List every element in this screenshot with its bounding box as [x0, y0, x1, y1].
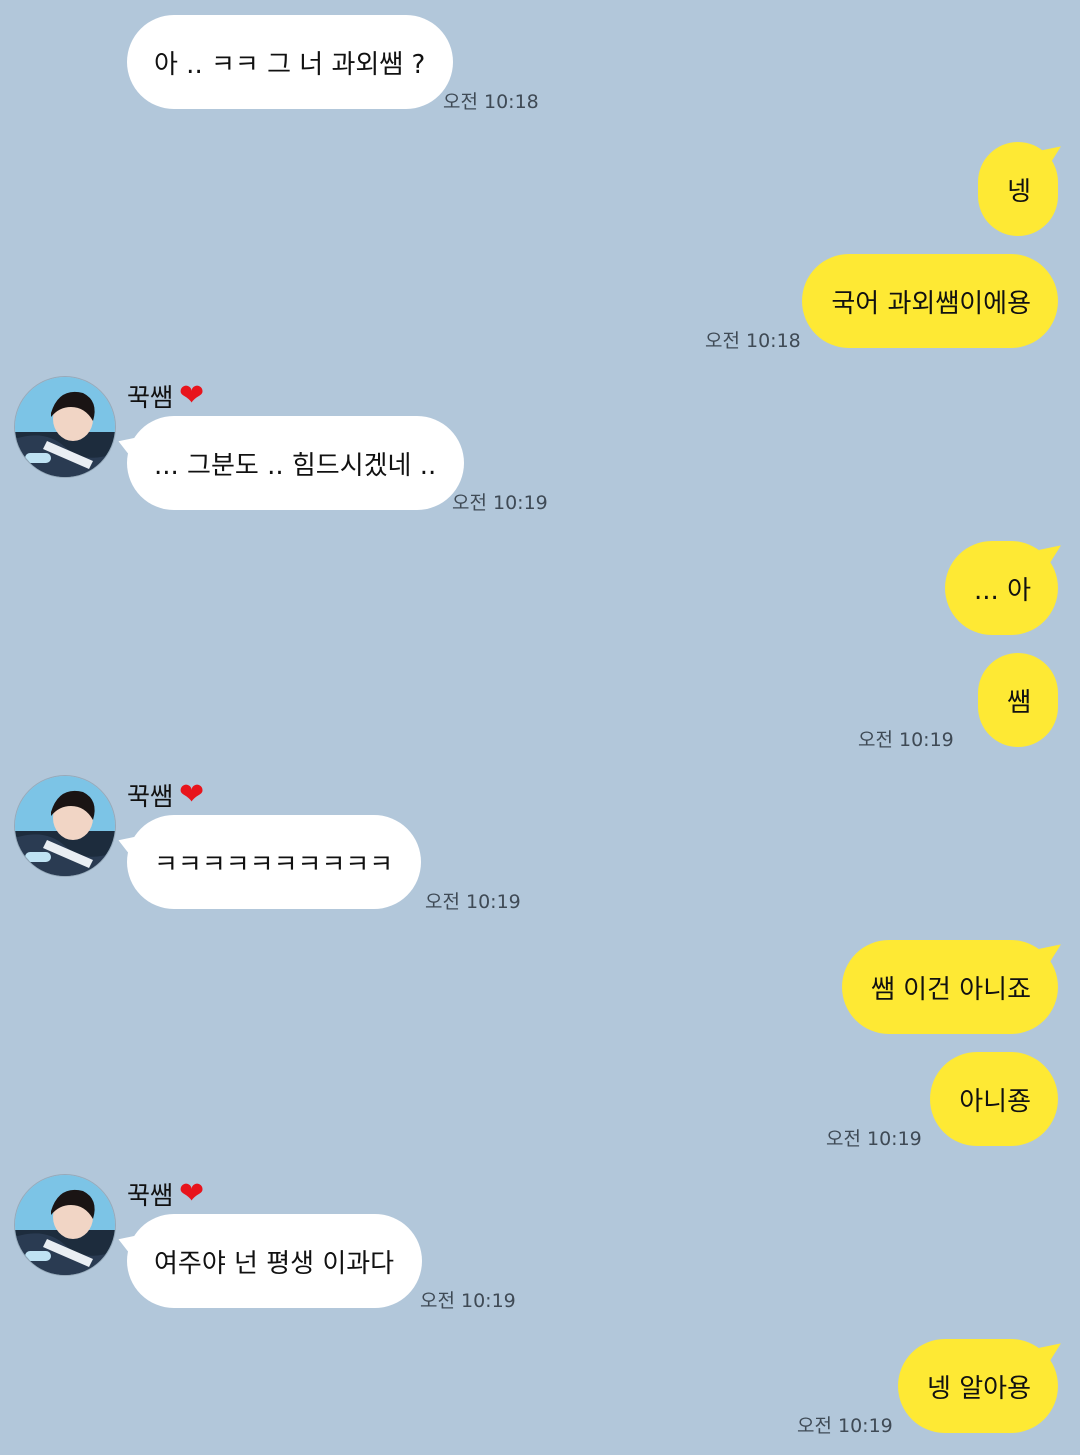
heart-icon: ❤ — [179, 777, 205, 812]
message-time: 오전 10:19 — [425, 891, 521, 913]
avatar-photo-icon — [15, 1175, 115, 1275]
outgoing-message-bubble[interactable]: 국어 과외쌤이에용 — [802, 254, 1058, 348]
message-text: 쌤 이건 아니죠 — [870, 974, 1031, 1005]
message-text: 국어 과외쌤이에용 — [831, 288, 1031, 319]
contact-avatar[interactable] — [15, 377, 115, 477]
heart-icon: ❤ — [179, 378, 205, 413]
message-text: ... 아 — [974, 575, 1031, 606]
message-text: 아니죵 — [959, 1086, 1031, 1117]
avatar-photo-icon — [15, 377, 115, 477]
avatar-photo-icon — [15, 776, 115, 876]
message-time: 오전 10:19 — [858, 729, 954, 751]
message-time: 오전 10:19 — [452, 492, 548, 514]
message-time: 오전 10:19 — [420, 1290, 516, 1312]
message-time: 오전 10:19 — [826, 1128, 922, 1150]
contact-avatar[interactable] — [15, 1175, 115, 1275]
outgoing-message-bubble[interactable]: 쌤 — [978, 653, 1058, 747]
message-text: 쌤 — [1007, 687, 1031, 718]
outgoing-message-bubble[interactable]: ... 아 — [945, 541, 1058, 635]
message-time: 오전 10:18 — [443, 91, 539, 113]
message-text: 아 .. ㅋㅋ 그 너 과외쌤 ? — [154, 49, 426, 80]
chat-area[interactable]: 아 .. ㅋㅋ 그 너 과외쌤 ? 오전 10:18 넹 국어 과외쌤이에용 오… — [0, 0, 1080, 1455]
contact-avatar[interactable] — [15, 776, 115, 876]
incoming-message-bubble[interactable]: 여주야 넌 평생 이과다 — [127, 1214, 423, 1308]
message-text: 넹 알아용 — [927, 1373, 1031, 1404]
message-text: 넹 — [1007, 176, 1031, 207]
sender-name: 꾹쌤 ❤ — [127, 378, 205, 413]
incoming-message-bubble[interactable]: ㅋㅋㅋㅋㅋㅋㅋㅋㅋㅋ — [127, 815, 422, 909]
message-time: 오전 10:18 — [705, 330, 801, 352]
heart-icon: ❤ — [179, 1176, 205, 1211]
message-text: ㅋㅋㅋㅋㅋㅋㅋㅋㅋㅋ — [154, 849, 394, 880]
message-time: 오전 10:19 — [797, 1415, 893, 1437]
outgoing-message-bubble[interactable]: 넹 — [978, 142, 1058, 236]
sender-name: 꾹쌤 ❤ — [127, 1176, 205, 1211]
outgoing-message-bubble[interactable]: 쌤 이건 아니죠 — [841, 940, 1058, 1034]
message-text: ... 그분도 .. 힘드시겠네 .. — [154, 450, 437, 481]
outgoing-message-bubble[interactable]: 넹 알아용 — [898, 1339, 1058, 1433]
message-text: 여주야 넌 평생 이과다 — [154, 1248, 395, 1279]
incoming-message-bubble[interactable]: 아 .. ㅋㅋ 그 너 과외쌤 ? — [127, 15, 454, 109]
outgoing-message-bubble[interactable]: 아니죵 — [930, 1052, 1058, 1146]
incoming-message-bubble[interactable]: ... 그분도 .. 힘드시겠네 .. — [127, 416, 465, 510]
sender-name: 꾹쌤 ❤ — [127, 777, 205, 812]
